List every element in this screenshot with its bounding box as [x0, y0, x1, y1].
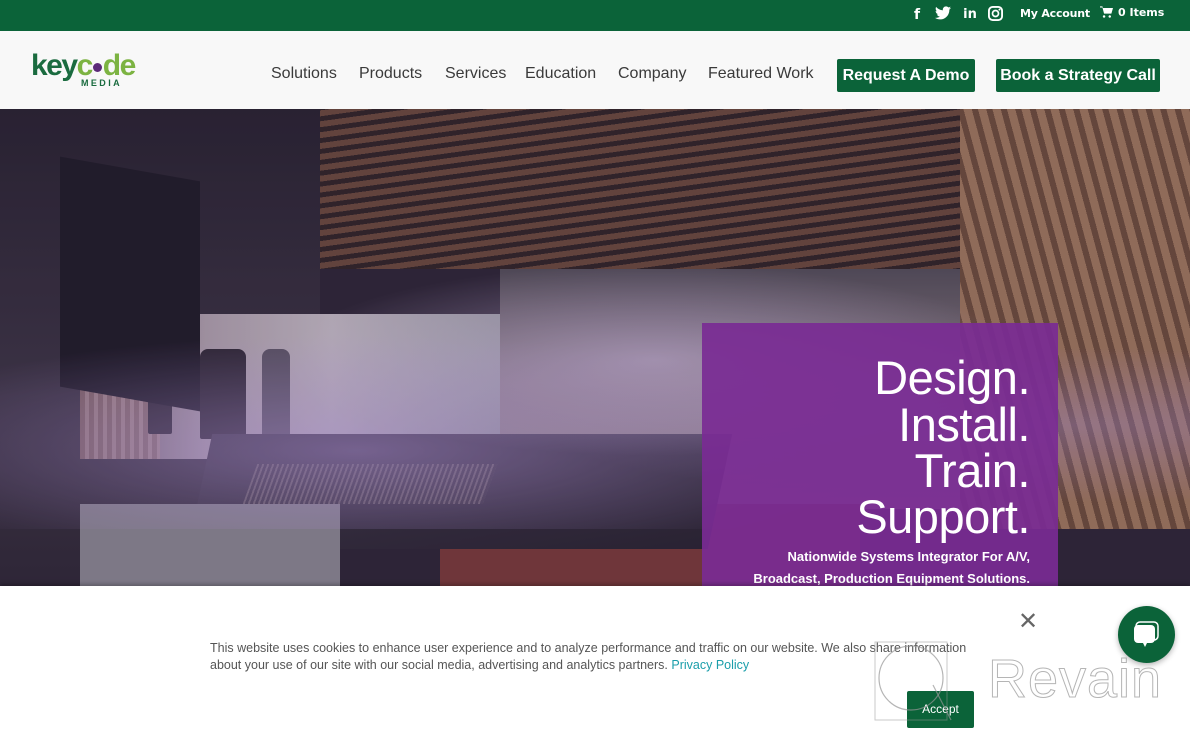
cookie-banner: This website uses cookies to enhance use…: [0, 586, 1190, 753]
accept-cookies-button[interactable]: Accept: [907, 691, 974, 728]
nav-products[interactable]: Products: [359, 65, 422, 83]
close-icon[interactable]: ✕: [1017, 609, 1039, 633]
top-utility-bar: f in My Account 0 Items: [0, 0, 1190, 31]
chat-icon: [1134, 621, 1159, 647]
hero-headline-support: Support.: [856, 490, 1030, 543]
hero-headline-train: Train.: [914, 444, 1031, 497]
nav-company[interactable]: Company: [618, 65, 686, 83]
logo-text-key: key: [31, 49, 78, 82]
request-demo-button[interactable]: Request A Demo: [837, 59, 975, 92]
hero-banner: Design. Install. Train. Support. Nationw…: [0, 109, 1190, 586]
hero-tagline-box: Design. Install. Train. Support. Nationw…: [702, 323, 1058, 586]
book-strategy-call-button[interactable]: Book a Strategy Call: [996, 59, 1160, 92]
nav-solutions[interactable]: Solutions: [271, 65, 337, 83]
cart-count: 0 Items: [1118, 6, 1165, 19]
instagram-icon[interactable]: [987, 6, 1003, 24]
hero-headline-design: Design.: [874, 351, 1030, 404]
cookie-text: This website uses cookies to enhance use…: [210, 641, 967, 672]
facebook-icon[interactable]: f: [911, 6, 923, 24]
keycode-media-logo[interactable]: keyc de MEDIA: [31, 48, 151, 92]
nav-featured-work[interactable]: Featured Work: [708, 65, 814, 83]
nav-education[interactable]: Education: [525, 65, 596, 83]
my-account-link[interactable]: My Account: [1020, 7, 1090, 20]
twitter-icon[interactable]: [934, 6, 952, 24]
logo-dot: [92, 63, 102, 72]
nav-services[interactable]: Services: [445, 65, 506, 83]
hero-subline-2: Broadcast, Production Equipment Solution…: [753, 571, 1030, 586]
cart-link[interactable]: 0 Items: [1100, 6, 1164, 19]
privacy-policy-link[interactable]: Privacy Policy: [671, 658, 749, 672]
main-header: keyc de MEDIA Solutions Products Services…: [0, 31, 1190, 109]
logo-subtext: MEDIA: [81, 78, 122, 88]
cart-icon: [1100, 6, 1113, 18]
hero-subline-1: Nationwide Systems Integrator For A/V,: [787, 549, 1030, 564]
linkedin-icon[interactable]: in: [962, 6, 978, 24]
hero-headline-install: Install.: [898, 398, 1030, 451]
chat-widget-button[interactable]: [1118, 606, 1175, 663]
cookie-message: This website uses cookies to enhance use…: [210, 640, 990, 674]
